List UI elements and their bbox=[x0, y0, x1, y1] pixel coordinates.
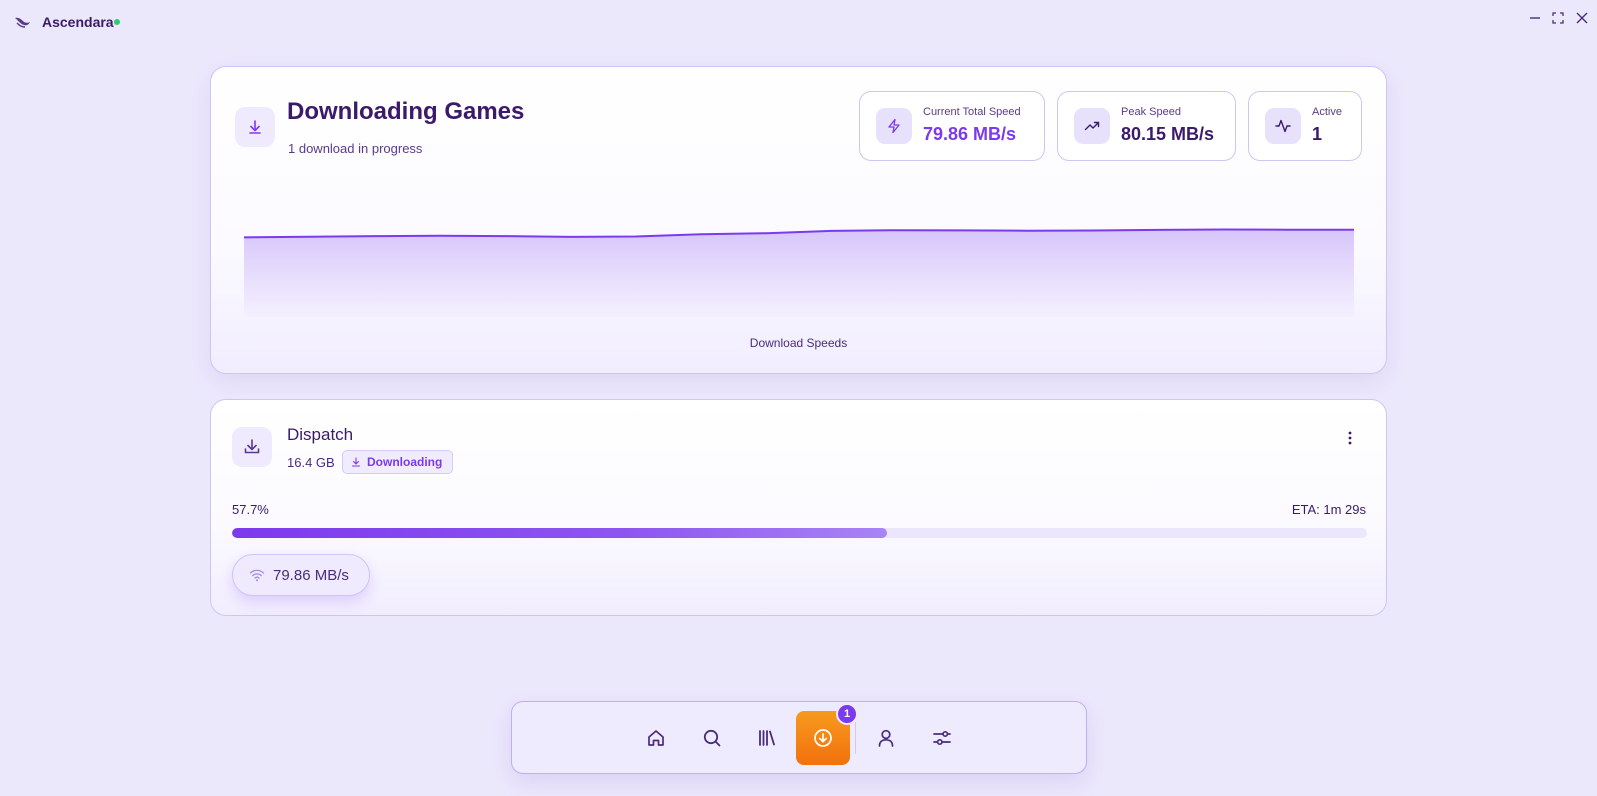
downloads-icon[interactable]: 1 bbox=[796, 703, 858, 765]
ascendara-logo-icon bbox=[12, 12, 32, 32]
stat-current-speed: Current Total Speed 79.86 MB/s bbox=[859, 91, 1045, 161]
title-bar: Ascendara bbox=[0, 0, 1597, 42]
home-icon[interactable] bbox=[638, 720, 674, 756]
stat-label: Active bbox=[1312, 106, 1342, 118]
chart-caption: Download Speeds bbox=[749, 336, 848, 350]
stat-value: 80.15 MB/s bbox=[1121, 124, 1215, 144]
download-summary-card: Downloading Games 1 download in progress… bbox=[210, 66, 1387, 374]
download-speed-chart bbox=[244, 228, 1354, 317]
stat-value: 1 bbox=[1312, 124, 1323, 144]
profile-icon[interactable] bbox=[868, 720, 904, 756]
download-speed: 79.86 MB/s bbox=[273, 566, 349, 584]
maximize-icon[interactable] bbox=[1550, 10, 1566, 26]
close-icon[interactable] bbox=[1574, 10, 1590, 26]
download-icon bbox=[235, 107, 275, 147]
download-item-card: Dispatch 16.4 GB Downloading 57.7% ETA: … bbox=[210, 399, 1387, 616]
download-small-icon bbox=[351, 457, 361, 467]
minimize-icon[interactable] bbox=[1527, 10, 1543, 26]
progress-percent: 57.7% bbox=[232, 502, 269, 517]
search-icon[interactable] bbox=[694, 720, 730, 756]
stat-value: 79.86 MB/s bbox=[923, 124, 1017, 144]
settings-sliders-icon[interactable] bbox=[924, 720, 960, 756]
library-icon[interactable] bbox=[749, 720, 785, 756]
stat-peak-speed: Peak Speed 80.15 MB/s bbox=[1057, 91, 1236, 161]
page-subtitle: 1 download in progress bbox=[288, 141, 423, 156]
wifi-icon bbox=[249, 569, 265, 582]
stat-label: Current Total Speed bbox=[923, 106, 1021, 118]
app-name: Ascendara bbox=[42, 14, 114, 30]
speed-pill: 79.86 MB/s bbox=[232, 554, 370, 596]
nav-divider bbox=[855, 722, 856, 754]
progress-bar-fill bbox=[232, 528, 887, 538]
status-dot bbox=[114, 19, 120, 25]
more-options-icon[interactable] bbox=[1340, 428, 1360, 448]
page-title: Downloading Games bbox=[287, 98, 525, 125]
eta-label: ETA: 1m 29s bbox=[1291, 502, 1366, 517]
game-size: 16.4 GB bbox=[287, 455, 335, 470]
bottom-nav: 1 bbox=[511, 701, 1087, 774]
game-name: Dispatch bbox=[287, 425, 354, 444]
download-item-icon bbox=[232, 427, 272, 467]
activity-icon bbox=[1265, 108, 1301, 144]
progress-bar bbox=[232, 528, 1367, 538]
stat-active: Active 1 bbox=[1248, 91, 1362, 161]
trending-up-icon bbox=[1074, 108, 1110, 144]
stat-label: Peak Speed bbox=[1121, 106, 1181, 118]
status-badge-label: Downloading bbox=[367, 455, 443, 469]
chart-area-fill bbox=[244, 229, 1354, 317]
zap-icon bbox=[876, 108, 912, 144]
status-badge: Downloading bbox=[342, 450, 454, 474]
